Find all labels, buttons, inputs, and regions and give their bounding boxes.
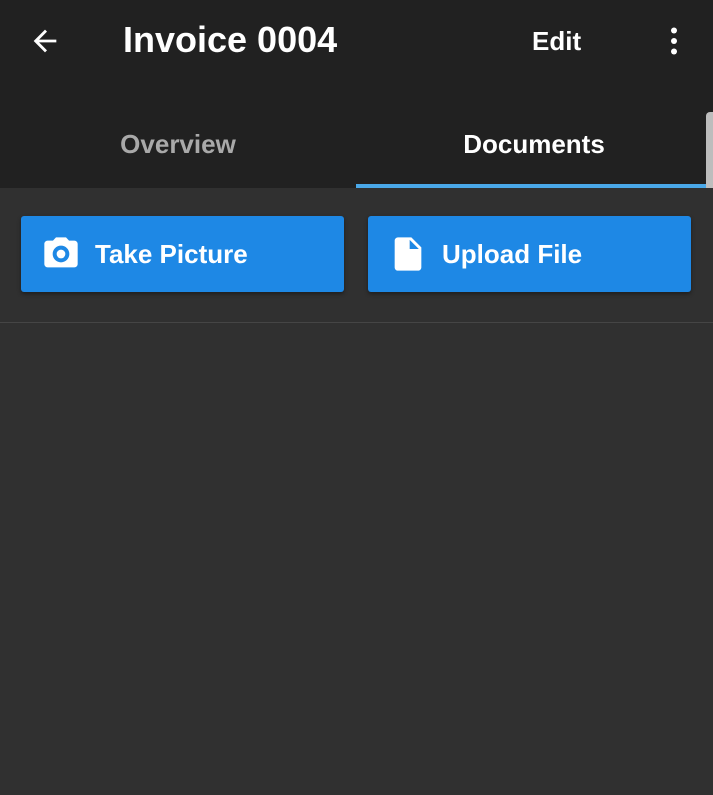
edit-button[interactable]: Edit	[520, 20, 593, 62]
take-picture-label: Take Picture	[95, 238, 248, 269]
more-options-button[interactable]	[652, 18, 696, 64]
arrow-left-icon	[33, 29, 57, 53]
toolbar: Invoice 0004 Edit	[0, 0, 713, 84]
document-actions: Take Picture Upload File	[0, 188, 713, 323]
camera-icon	[41, 234, 81, 274]
more-vertical-icon	[671, 27, 677, 55]
upload-file-label: Upload File	[442, 238, 583, 269]
app-screen: Invoice 0004 Edit Overview Documents Tak…	[0, 0, 713, 795]
tab-bar: Overview Documents	[0, 100, 713, 188]
page-title: Invoice 0004	[123, 19, 338, 60]
documents-list-area	[0, 323, 713, 795]
app-bar: Invoice 0004 Edit Overview Documents	[0, 0, 713, 188]
tab-documents[interactable]: Documents	[356, 100, 712, 188]
take-picture-button[interactable]: Take Picture	[21, 216, 344, 292]
upload-file-button[interactable]: Upload File	[368, 216, 691, 292]
tab-overview[interactable]: Overview	[0, 100, 356, 188]
file-icon	[388, 234, 428, 274]
back-button[interactable]	[22, 18, 68, 64]
